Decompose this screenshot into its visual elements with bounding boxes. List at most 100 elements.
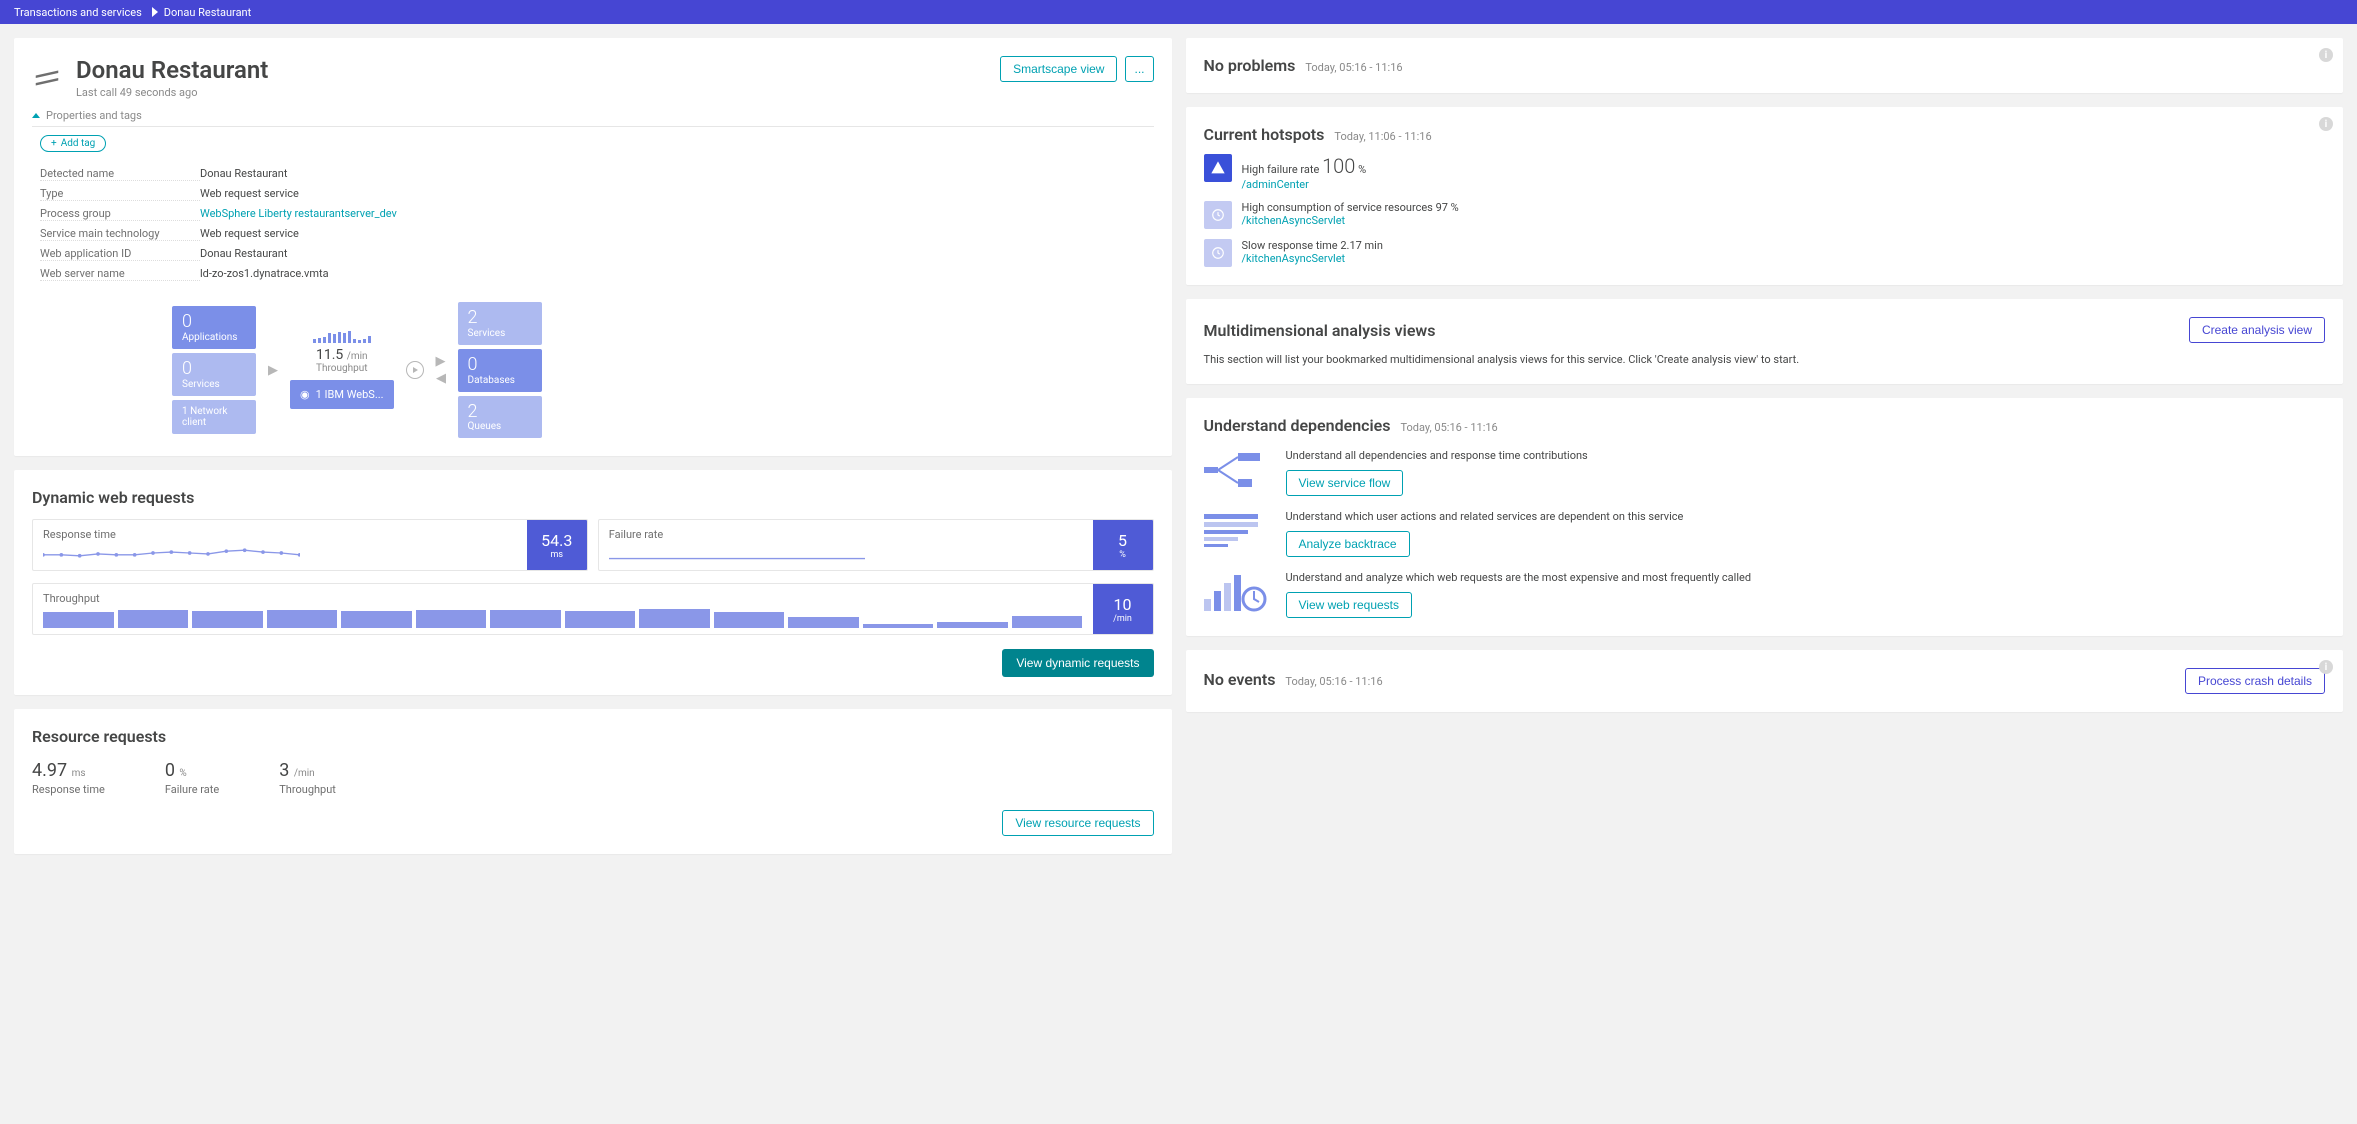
dependency-row: Understand and analyze which web request… [1204,571,2326,618]
throughput-sparkline [290,331,394,343]
property-key: Detected name [40,167,200,181]
smartscape-view-button[interactable]: Smartscape view [1000,56,1117,82]
service-flow-diagram: 0Applications0Services 1 Network client ▶… [32,302,1154,438]
flow-box[interactable]: 0Applications [172,306,256,349]
section-title: Resource requests [32,727,1154,746]
property-value: ld-zo-zos1.dynatrace.vmta [200,267,329,281]
events-card: i No events Today, 05:16 - 11:16 Process… [1186,650,2344,712]
property-value: Web request service [200,187,299,201]
section-title: No problems [1204,56,1296,75]
section-description: This section will list your bookmarked m… [1204,353,2326,366]
hotspot-link[interactable]: /adminCenter [1242,178,1367,191]
section-title: Dynamic web requests [32,488,1154,507]
flow-box[interactable]: 2Queues [458,396,542,439]
property-row: Web application IDDonau Restaurant [40,244,1154,264]
process-crash-details-button[interactable]: Process crash details [2185,668,2325,694]
failure-rate-tile[interactable]: Failure rate 5% [598,519,1154,571]
properties-toggle[interactable]: Properties and tags [32,109,1154,127]
property-value: Donau Restaurant [200,167,287,181]
service-icon [32,63,62,93]
timestamp: Today, 05:16 - 11:16 [1305,61,1402,74]
flow-box[interactable]: 0Databases [458,349,542,392]
hotspot-text: Slow response time 2.17 min [1242,239,1383,252]
info-icon[interactable]: i [2319,117,2333,131]
dependency-action-button[interactable]: Analyze backtrace [1286,531,1410,557]
property-row: TypeWeb request service [40,184,1154,204]
flow-box[interactable]: 1 Network client [172,400,256,434]
property-key: Type [40,187,200,201]
response-time-tile[interactable]: Response time 54.3ms [32,519,588,571]
property-key: Web application ID [40,247,200,261]
hotspot-link[interactable]: /kitchenAsyncServlet [1242,252,1383,265]
flow-arrow-right-icon: ▶ [436,354,446,369]
dependency-text: Understand all dependencies and response… [1286,449,1588,462]
resource-requests-card: Resource requests 4.97 msResponse time 0 … [14,709,1172,854]
hotspot-item: High consumption of service resources 97… [1204,201,2326,229]
dependency-action-button[interactable]: View web requests [1286,592,1413,618]
response-time-sparkline [43,542,300,564]
failure-rate-sparkline [609,542,866,564]
section-title: No events [1204,670,1276,689]
dependencies-card: Understand dependencies Today, 05:16 - 1… [1186,398,2344,636]
dependency-icon [1204,510,1268,554]
property-row: Process groupWebSphere Liberty restauran… [40,204,1154,224]
property-row: Detected nameDonau Restaurant [40,164,1154,184]
view-resource-requests-button[interactable]: View resource requests [1002,810,1153,836]
globe-icon: ◉ [300,388,310,401]
clock-icon [1204,201,1232,229]
plus-icon: + [51,138,57,149]
flow-box[interactable]: 2Services [458,302,542,345]
property-row: Service main technologyWeb request servi… [40,224,1154,244]
property-key: Process group [40,207,200,221]
flow-main-service[interactable]: ◉ 1 IBM WebS... [290,380,394,409]
overflow-menu-button[interactable]: ... [1125,56,1153,82]
section-title: Current hotspots [1204,125,1325,144]
info-icon[interactable]: i [2319,48,2333,62]
hotspot-link[interactable]: /kitchenAsyncServlet [1242,214,1459,227]
breadcrumb-root[interactable]: Transactions and services [14,6,164,19]
create-analysis-view-button[interactable]: Create analysis view [2189,317,2325,343]
service-overview-card: Donau Restaurant Last call 49 seconds ag… [14,38,1172,456]
breadcrumb: Transactions and services Donau Restaura… [0,0,2357,24]
dependency-action-button[interactable]: View service flow [1286,470,1404,496]
dependency-text: Understand which user actions and relate… [1286,510,1684,523]
dependency-row: Understand which user actions and relate… [1204,510,2326,557]
timestamp: Today, 11:06 - 11:16 [1334,130,1431,143]
hotspot-item: High failure rate 100 %/adminCenter [1204,154,2326,191]
page-title: Donau Restaurant [76,56,268,84]
hotspot-text: High failure rate 100 % [1242,154,1367,178]
dependency-icon [1204,449,1268,493]
section-title: Understand dependencies [1204,416,1391,435]
timestamp: Today, 05:16 - 11:16 [1285,675,1382,688]
property-key: Web server name [40,267,200,281]
problems-card: i No problems Today, 05:16 - 11:16 [1186,38,2344,93]
hotspot-text: High consumption of service resources 97… [1242,201,1459,214]
resource-metric: 4.97 msResponse time [32,760,105,796]
throughput-tile[interactable]: Throughput 10/min [32,583,1154,635]
timestamp: Today, 05:16 - 11:16 [1401,421,1498,434]
view-dynamic-requests-button[interactable]: View dynamic requests [1002,649,1153,677]
multidimensional-analysis-card: Multidimensional analysis views Create a… [1186,299,2344,384]
clock-icon [1204,239,1232,267]
dependency-icon [1204,571,1268,615]
last-call-subtitle: Last call 49 seconds ago [76,86,268,99]
property-value: Web request service [200,227,299,241]
throughput-sparkbars [43,606,1083,628]
resource-metric: 0 %Failure rate [165,760,219,796]
properties-table: Detected nameDonau RestaurantTypeWeb req… [32,164,1154,284]
flow-arrow-left-icon: ▶ [436,371,446,386]
flow-box[interactable]: 0Services [172,353,256,396]
flow-arrow-right-icon: ▶ [268,363,278,378]
property-row: Web server nameld-zo-zos1.dynatrace.vmta [40,264,1154,284]
warning-icon [1204,154,1232,182]
add-tag-button[interactable]: + Add tag [40,135,106,152]
property-key: Service main technology [40,227,200,241]
play-button[interactable] [406,361,424,379]
section-title: Multidimensional analysis views [1204,321,1436,340]
chevron-up-icon [32,113,40,118]
info-icon[interactable]: i [2319,660,2333,674]
property-value[interactable]: WebSphere Liberty restaurantserver_dev [200,207,397,221]
breadcrumb-current[interactable]: Donau Restaurant [164,6,273,19]
dynamic-web-requests-card: Dynamic web requests Response time 54.3m… [14,470,1172,695]
hotspot-item: Slow response time 2.17 min/kitchenAsync… [1204,239,2326,267]
